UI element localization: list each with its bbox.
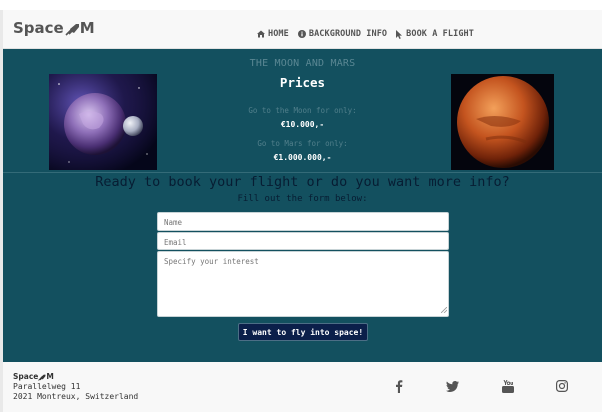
footer-street: Parallelweg 11 [13,382,81,391]
footer-address: Space M Parallelweg 11 2021 Montreux, Sw… [13,372,138,402]
brand-logo[interactable]: Space M [13,19,95,37]
mars-planet-image [451,74,554,170]
resize-grip-icon[interactable] [440,306,448,315]
form-subheading: Fill out the form below: [237,194,368,204]
footer-logo: Space M [13,372,138,382]
name-placeholder: Name [164,218,183,227]
facebook-icon[interactable] [391,378,407,394]
form-heading: Ready to book your flight or do you want… [95,174,510,190]
twitter-icon[interactable] [444,378,460,394]
main-nav: HOME BACKGROUND INFO BOOK A FLIGHT [257,29,474,39]
nav-item-home[interactable]: HOME [257,29,289,39]
navbar: Space M HOME BACKGROUND INFO BOOK A FLIG… [3,10,602,49]
youtube-icon[interactable] [500,378,516,394]
brand-suffix-m: M [79,19,95,37]
nav-item-background-info[interactable]: BACKGROUND INFO [297,29,388,39]
email-field[interactable]: Email [157,232,449,250]
prices-section: THE MOON AND MARS Prices Go to the Moon … [3,49,602,173]
rocket-icon [65,22,80,36]
nav-label-background-info: BACKGROUND INFO [308,29,388,39]
name-field[interactable]: Name [157,212,449,231]
nav-item-book-a-flight[interactable]: BOOK A FLIGHT [396,29,474,39]
footer-city: 2021 Montreux, Switzerland [13,392,139,401]
nav-label-home: HOME [268,29,289,39]
submit-button[interactable]: I want to fly into space! [238,323,368,341]
interest-placeholder: Specify your interest [164,257,259,266]
home-icon [257,30,265,38]
pointer-icon [396,29,403,39]
brand-name: Space [13,19,64,37]
footer-company: Space [13,372,39,381]
rocket-icon [38,374,46,381]
window-top-margin [0,0,602,10]
footer-logo-suffix: M [46,372,54,381]
instagram-icon[interactable] [554,378,570,394]
booking-form-section: Ready to book your flight or do you want… [3,173,602,362]
interest-textarea[interactable]: Specify your interest [157,251,449,317]
hero-title: THE MOON AND MARS [249,58,356,69]
info-icon [297,30,306,38]
footer: Space M Parallelweg 11 2021 Montreux, Sw… [3,362,602,412]
email-placeholder: Email [164,238,187,247]
nav-label-book-a-flight: BOOK A FLIGHT [406,29,474,39]
